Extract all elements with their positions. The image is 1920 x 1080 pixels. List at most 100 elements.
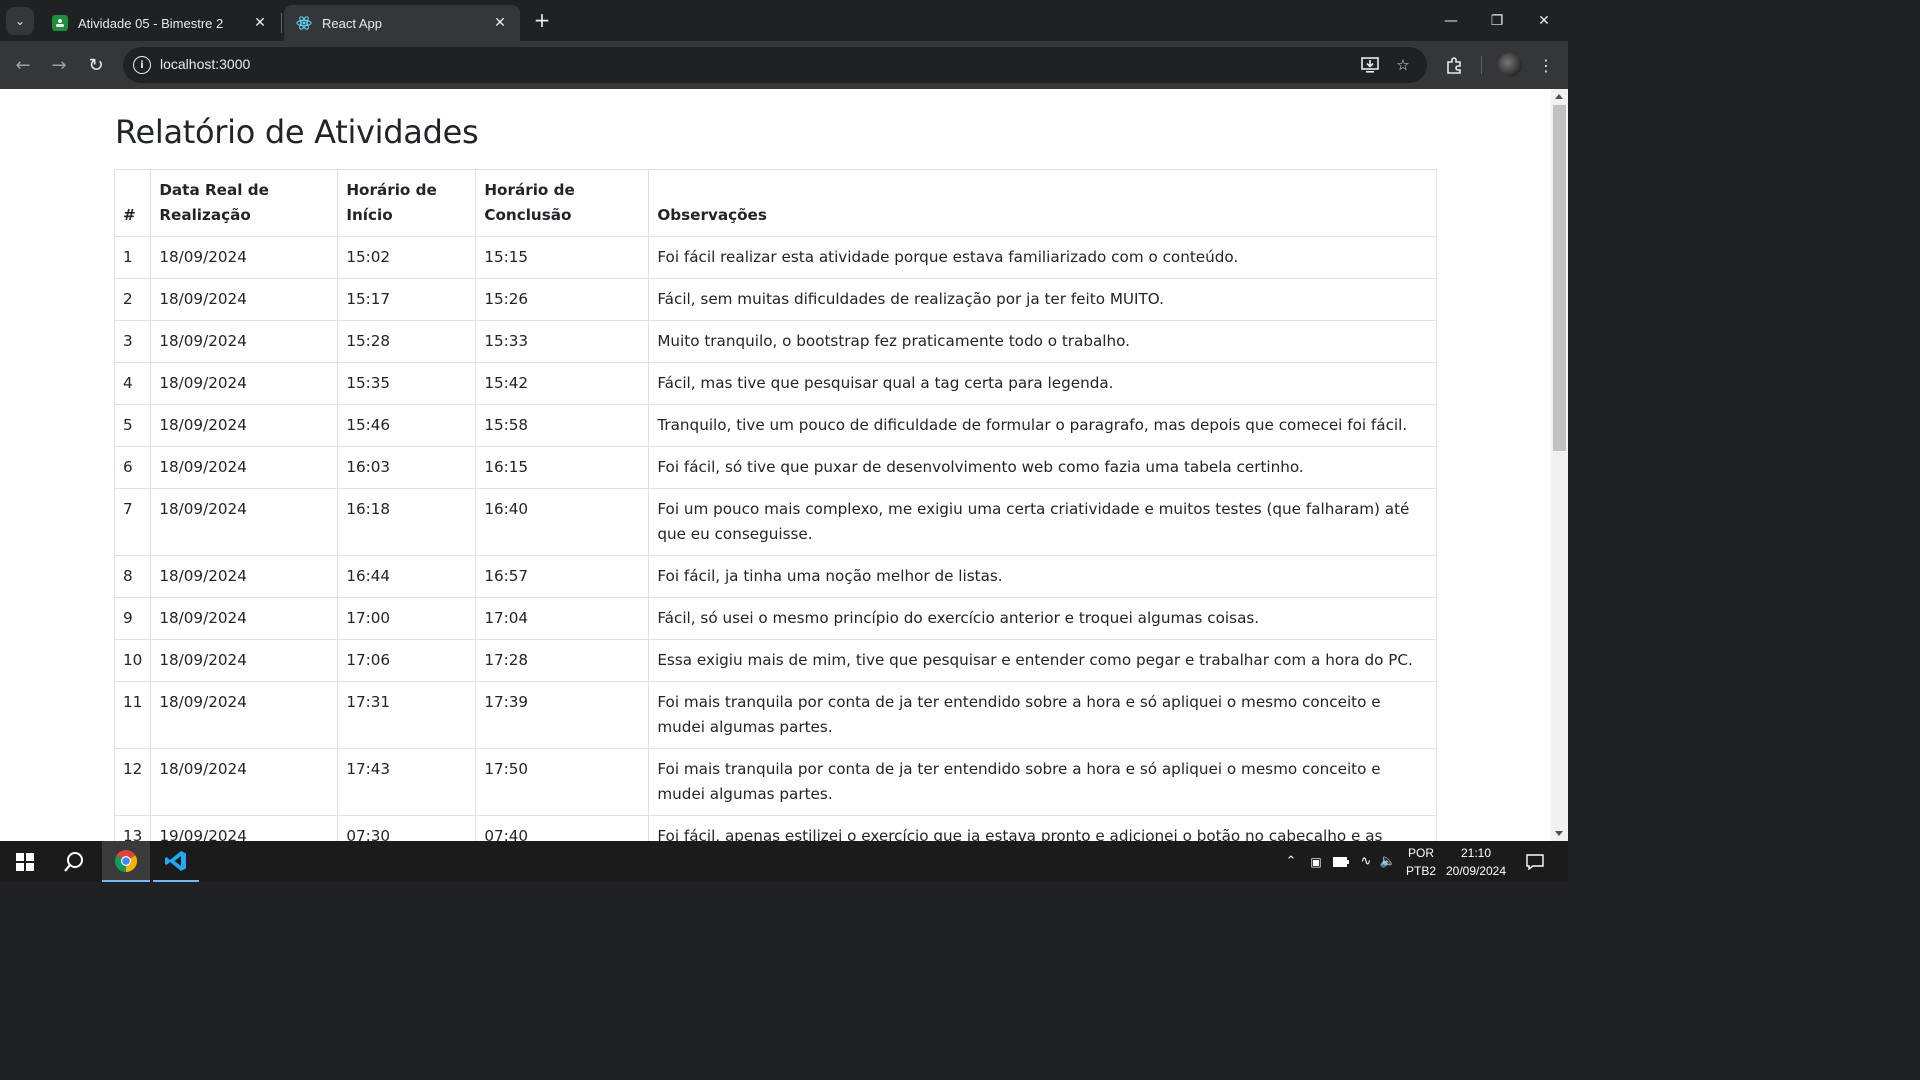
forward-button[interactable]: →: [45, 51, 73, 79]
taskbar-vscode[interactable]: [153, 841, 199, 882]
cell-start-time: 16:44: [337, 555, 477, 598]
extensions-icon[interactable]: [1442, 53, 1466, 77]
header-number: #: [113, 169, 152, 237]
minimize-icon: —: [1444, 12, 1458, 29]
cell-end-time: 17:39: [475, 681, 650, 749]
clock[interactable]: 21:10 20/09/2024: [1442, 844, 1510, 880]
table-row: 10 18/09/2024 17:06 17:28 Essa exigiu mais d…: [113, 639, 1437, 682]
search-button[interactable]: [50, 841, 98, 882]
close-icon: ✕: [1538, 12, 1550, 29]
close-tab-icon[interactable]: ✕: [492, 15, 508, 31]
tab-separator: [281, 13, 282, 33]
cell-observation: Foi fácil, só tive que puxar de desenvol…: [648, 446, 1437, 489]
tab-title: React App: [322, 15, 382, 31]
react-icon: [296, 15, 312, 31]
table-row: 4 18/09/2024 15:35 15:42 Fácil, mas tive que…: [113, 362, 1437, 405]
cell-date: 18/09/2024: [150, 278, 339, 321]
tab-search-button[interactable]: ⌄: [6, 7, 34, 35]
windows-taskbar: ⌃ ▣ ∿ 🔈 POR PTB2 21:10 20/09/2024: [0, 841, 1568, 882]
more-menu-icon[interactable]: ⋮: [1534, 53, 1558, 77]
cell-date: 18/09/2024: [150, 236, 339, 279]
table-row: 11 18/09/2024 17:31 17:39 Foi mais tranquila…: [113, 681, 1437, 749]
taskbar-chrome[interactable]: [102, 841, 150, 882]
arrow-left-icon: ←: [15, 54, 31, 76]
restore-button[interactable]: ❐: [1474, 0, 1520, 41]
close-tab-icon[interactable]: ✕: [252, 15, 268, 31]
cell-observation: Tranquilo, tive um pouco de dificuldade …: [648, 404, 1437, 447]
site-info-icon[interactable]: i: [133, 56, 151, 74]
url-text[interactable]: localhost:3000: [160, 56, 250, 72]
reload-button[interactable]: ↻: [82, 51, 110, 79]
table-row: 13 19/09/2024 07:30 07:40 Foi fácil, apenas …: [113, 815, 1437, 841]
cell-number: 5: [113, 404, 152, 447]
cell-start-time: 17:06: [337, 639, 477, 682]
cell-date: 18/09/2024: [150, 748, 339, 816]
cell-end-time: 15:42: [475, 362, 650, 405]
volume-icon[interactable]: 🔈: [1378, 841, 1398, 882]
back-button[interactable]: ←: [9, 51, 37, 79]
cell-observation: Foi fácil, apenas estilizei o exercício …: [648, 815, 1437, 841]
tab-react-app[interactable]: React App ✕: [284, 5, 520, 41]
cell-number: 4: [113, 362, 152, 405]
header-date: Data Real de Realização: [150, 169, 339, 237]
input-language[interactable]: POR PTB2: [1402, 844, 1440, 880]
browser-toolbar: ← → ↻ i localhost:3000 ☆ ⋮: [0, 41, 1568, 89]
cell-end-time: 16:40: [475, 488, 650, 556]
activities-table: # Data Real de Realização Horário de Iní…: [113, 169, 1437, 841]
cell-observation: Essa exigiu mais de mim, tive que pesqui…: [648, 639, 1437, 682]
address-bar[interactable]: i localhost:3000 ☆: [123, 47, 1427, 83]
header-start-time: Horário de Início: [337, 169, 477, 237]
table-row: 3 18/09/2024 15:28 15:33 Muito tranquilo, o …: [113, 320, 1437, 363]
install-app-icon[interactable]: [1359, 54, 1381, 76]
cell-start-time: 15:02: [337, 236, 477, 279]
cell-number: 7: [113, 488, 152, 556]
page-scrollbar[interactable]: [1551, 89, 1568, 841]
search-icon: [64, 851, 83, 872]
cell-end-time: 17:28: [475, 639, 650, 682]
clock-time: 21:10: [1460, 846, 1492, 860]
new-tab-button[interactable]: +: [530, 8, 554, 32]
table-row: 1 18/09/2024 15:02 15:15 Foi fácil realizar …: [113, 236, 1437, 279]
meet-now-icon[interactable]: ▣: [1306, 841, 1326, 882]
cell-start-time: 16:03: [337, 446, 477, 489]
reload-icon: ↻: [88, 54, 104, 76]
tab-atividade[interactable]: Atividade 05 - Bimestre 2 ✕: [40, 5, 280, 41]
cell-number: 9: [113, 597, 152, 640]
scroll-down-icon[interactable]: [1555, 831, 1563, 836]
cell-date: 18/09/2024: [150, 488, 339, 556]
cell-number: 12: [113, 748, 152, 816]
scroll-up-icon[interactable]: [1555, 94, 1563, 99]
cell-end-time: 15:58: [475, 404, 650, 447]
minimize-button[interactable]: —: [1428, 0, 1474, 41]
chevron-down-icon: ⌄: [14, 14, 26, 28]
cell-observation: Foi fácil, ja tinha uma noção melhor de …: [648, 555, 1437, 598]
cell-start-time: 17:00: [337, 597, 477, 640]
tab-strip: ⌄ Atividade 05 - Bimestre 2 ✕ React App …: [0, 0, 1568, 41]
wifi-icon[interactable]: ∿: [1356, 841, 1376, 882]
cell-date: 18/09/2024: [150, 555, 339, 598]
header-end-time: Horário de Conclusão: [475, 169, 650, 237]
cell-start-time: 15:17: [337, 278, 477, 321]
cell-number: 3: [113, 320, 152, 363]
cell-date: 18/09/2024: [150, 404, 339, 447]
profile-avatar[interactable]: [1498, 53, 1522, 77]
table-row: 6 18/09/2024 16:03 16:15 Foi fácil, só tive …: [113, 446, 1437, 489]
cell-start-time: 16:18: [337, 488, 477, 556]
notifications-button[interactable]: [1520, 841, 1550, 882]
cell-end-time: 17:50: [475, 748, 650, 816]
table-row: 5 18/09/2024 15:46 15:58 Tranquilo, tive um …: [113, 404, 1437, 447]
vscode-icon: [165, 850, 186, 871]
scroll-thumb[interactable]: [1553, 105, 1566, 451]
windows-icon: [16, 852, 34, 871]
cell-observation: Foi mais tranquila por conta de ja ter e…: [648, 748, 1437, 816]
battery-icon[interactable]: [1330, 841, 1352, 882]
bookmark-star-icon[interactable]: ☆: [1392, 54, 1414, 76]
show-hidden-icons-button[interactable]: ⌃: [1281, 841, 1301, 882]
start-button[interactable]: [0, 841, 50, 882]
close-window-button[interactable]: ✕: [1521, 0, 1567, 41]
plus-icon: +: [533, 8, 551, 32]
cell-end-time: 15:26: [475, 278, 650, 321]
cell-date: 18/09/2024: [150, 320, 339, 363]
cell-end-time: 16:15: [475, 446, 650, 489]
arrow-right-icon: →: [51, 54, 67, 76]
